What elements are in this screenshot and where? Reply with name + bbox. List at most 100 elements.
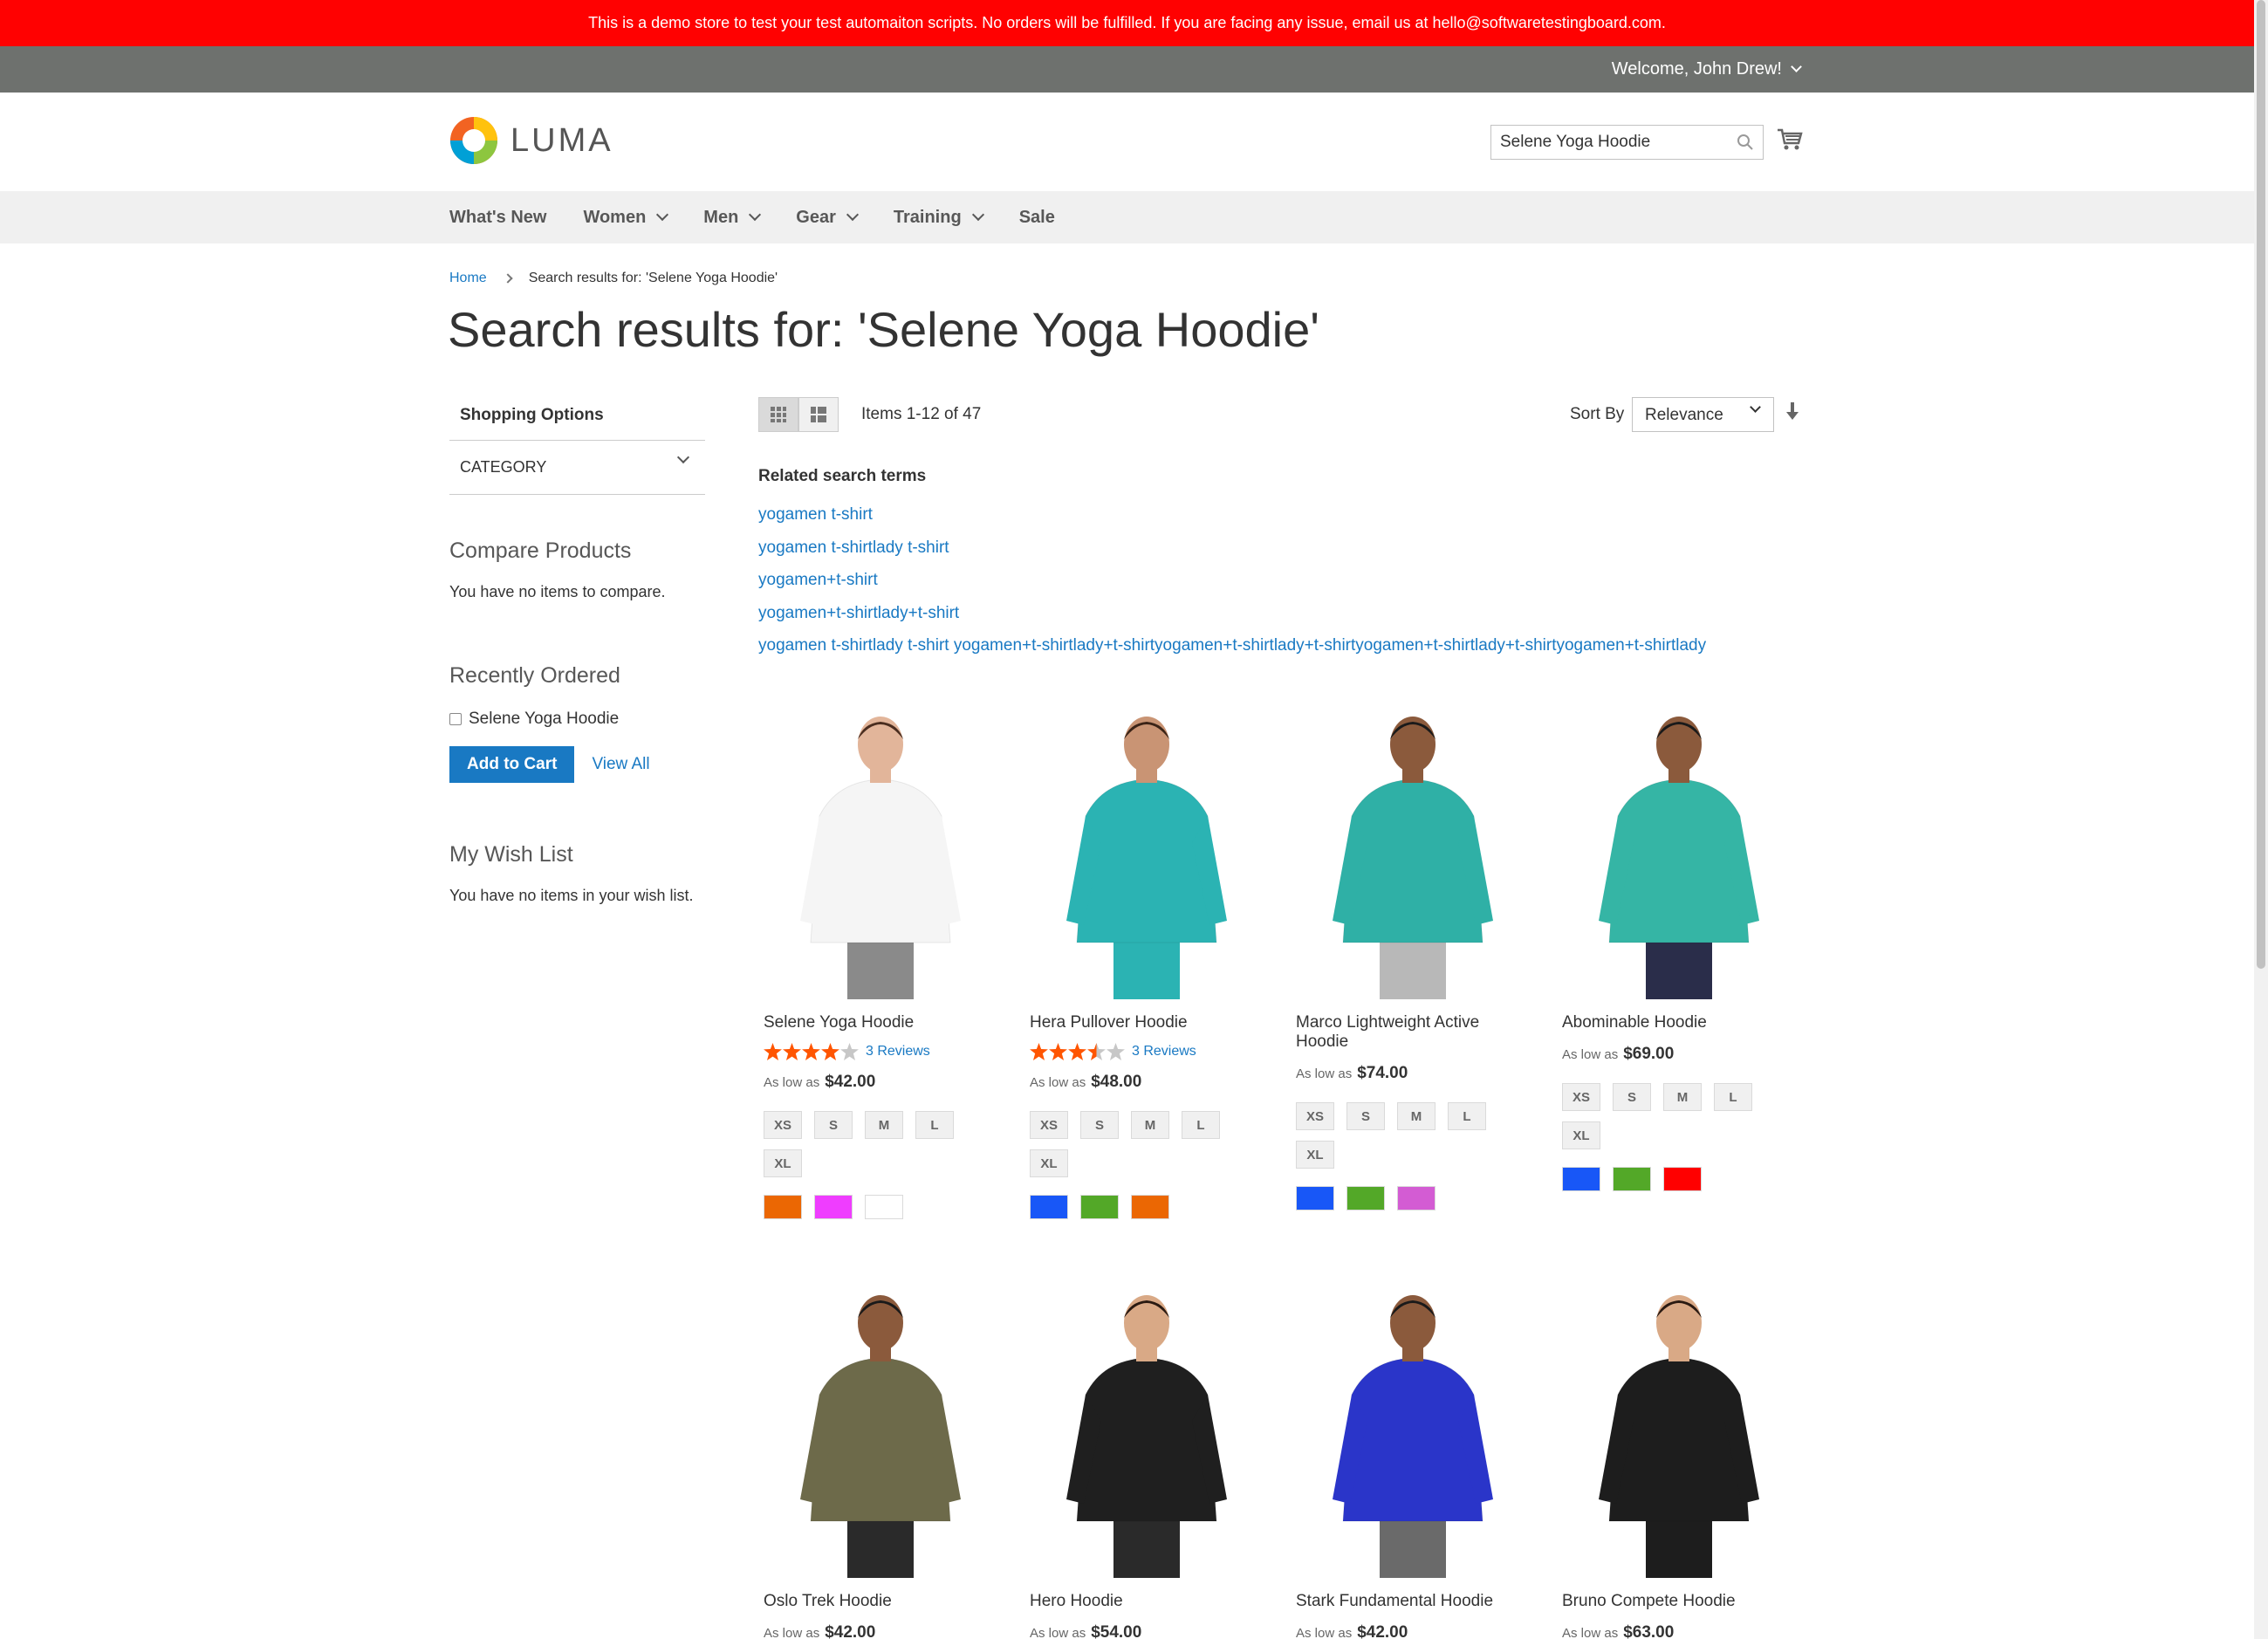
- product-image[interactable]: [1024, 1290, 1269, 1578]
- size-option[interactable]: S: [1346, 1102, 1385, 1130]
- size-option[interactable]: S: [1613, 1083, 1651, 1111]
- size-options: XS S M L XL: [764, 1111, 973, 1177]
- star-icon: [783, 1043, 801, 1060]
- price-label: As low as: [1030, 1075, 1086, 1090]
- size-option[interactable]: XS: [1030, 1111, 1068, 1139]
- view-all-link[interactable]: View All: [592, 755, 649, 774]
- size-option[interactable]: M: [1397, 1102, 1435, 1130]
- star-icon: [1087, 1043, 1106, 1060]
- size-option[interactable]: L: [915, 1111, 954, 1139]
- size-option[interactable]: S: [1080, 1111, 1119, 1139]
- chevron-down-icon: [1791, 61, 1802, 72]
- color-swatch[interactable]: [1562, 1167, 1600, 1191]
- product-image[interactable]: [1291, 711, 1535, 999]
- add-to-cart-button[interactable]: Add to Cart: [449, 746, 575, 783]
- size-option[interactable]: XS: [1562, 1083, 1600, 1111]
- product-name[interactable]: Selene Yoga Hoodie: [764, 1013, 1003, 1032]
- color-swatch[interactable]: [1663, 1167, 1702, 1191]
- color-swatch[interactable]: [814, 1195, 853, 1219]
- product-name[interactable]: Abominable Hoodie: [1562, 1013, 1801, 1032]
- recent-item-checkbox[interactable]: [449, 713, 462, 725]
- size-option[interactable]: S: [814, 1111, 853, 1139]
- product-card[interactable]: Hera Pullover Hoodie 3 Reviews As low as $4…: [1024, 711, 1269, 1219]
- list-view-icon[interactable]: [798, 397, 839, 432]
- color-swatch[interactable]: [1080, 1195, 1119, 1219]
- nav-item-gear[interactable]: Gear: [796, 208, 859, 228]
- product-name[interactable]: Bruno Compete Hoodie: [1562, 1592, 1801, 1611]
- product-image[interactable]: [758, 711, 1003, 999]
- rating-stars: [1030, 1043, 1125, 1060]
- logo[interactable]: LUMA: [449, 116, 613, 165]
- product-name[interactable]: Hera Pullover Hoodie: [1030, 1013, 1269, 1032]
- search-box[interactable]: [1490, 125, 1764, 160]
- size-option[interactable]: XL: [1296, 1141, 1334, 1169]
- size-option[interactable]: M: [1131, 1111, 1169, 1139]
- nav-item-men[interactable]: Men: [703, 208, 762, 228]
- product-card[interactable]: Selene Yoga Hoodie 3 Reviews As low as $42.…: [758, 711, 1003, 1219]
- color-swatch[interactable]: [1030, 1195, 1068, 1219]
- product-card[interactable]: Abominable Hoodie As low as $69.00 XS S M L XL: [1557, 711, 1801, 1191]
- breadcrumb-home[interactable]: Home: [449, 271, 487, 286]
- product-card[interactable]: Hero Hoodie As low as $54.00: [1024, 1290, 1269, 1639]
- cart-icon[interactable]: [1777, 127, 1803, 156]
- color-swatch[interactable]: [1613, 1167, 1651, 1191]
- size-option[interactable]: L: [1182, 1111, 1220, 1139]
- related-term-link[interactable]: yogamen+t-shirt: [758, 564, 1706, 597]
- color-swatch[interactable]: [1397, 1186, 1435, 1210]
- sort-by-select[interactable]: Relevance: [1632, 397, 1774, 432]
- related-term-link[interactable]: yogamen t-shirtlady t-shirt: [758, 531, 1706, 565]
- product-name[interactable]: Stark Fundamental Hoodie: [1296, 1592, 1535, 1611]
- search-icon[interactable]: [1737, 134, 1754, 155]
- product-image[interactable]: [1024, 711, 1269, 999]
- logo-text: LUMA: [510, 121, 613, 159]
- size-option[interactable]: XL: [1562, 1121, 1600, 1149]
- price-value: $69.00: [1623, 1045, 1675, 1063]
- search-input[interactable]: [1500, 133, 1727, 152]
- color-swatch[interactable]: [1296, 1186, 1334, 1210]
- product-image[interactable]: [1557, 1290, 1801, 1578]
- reviews-link[interactable]: 3 Reviews: [866, 1044, 930, 1060]
- customer-welcome-menu[interactable]: Welcome, John Drew!: [1612, 46, 1802, 93]
- filter-category[interactable]: CATEGORY: [449, 441, 705, 495]
- nav-item-whats-new[interactable]: What's New: [449, 208, 546, 228]
- size-option[interactable]: L: [1448, 1102, 1486, 1130]
- compare-products-block: Compare Products You have no items to co…: [449, 538, 665, 601]
- product-image[interactable]: [1291, 1290, 1535, 1578]
- size-option[interactable]: XL: [1030, 1149, 1068, 1177]
- product-image[interactable]: [758, 1290, 1003, 1578]
- product-card[interactable]: Oslo Trek Hoodie As low as $42.00: [758, 1290, 1003, 1639]
- color-swatch[interactable]: [1131, 1195, 1169, 1219]
- color-swatch[interactable]: [764, 1195, 802, 1219]
- product-name[interactable]: Hero Hoodie: [1030, 1592, 1269, 1611]
- nav-item-women[interactable]: Women: [583, 208, 669, 228]
- product-image[interactable]: [1557, 711, 1801, 999]
- color-swatch[interactable]: [1346, 1186, 1385, 1210]
- page-scrollbar[interactable]: [2254, 0, 2268, 1639]
- related-term-link[interactable]: yogamen t-shirt: [758, 498, 1706, 531]
- size-option[interactable]: XL: [764, 1149, 802, 1177]
- product-price: As low as $74.00: [1296, 1064, 1535, 1083]
- breadcrumb-current: Search results for: 'Selene Yoga Hoodie': [528, 271, 778, 285]
- grid-view-icon[interactable]: [758, 397, 798, 432]
- size-option[interactable]: XS: [1296, 1102, 1334, 1130]
- size-option[interactable]: L: [1714, 1083, 1752, 1111]
- product-card[interactable]: Bruno Compete Hoodie As low as $63.00: [1557, 1290, 1801, 1639]
- recent-item-name[interactable]: Selene Yoga Hoodie: [469, 710, 619, 729]
- size-option[interactable]: XS: [764, 1111, 802, 1139]
- product-card[interactable]: Stark Fundamental Hoodie As low as $42.00: [1291, 1290, 1535, 1639]
- product-name[interactable]: Oslo Trek Hoodie: [764, 1592, 1003, 1611]
- star-icon: [1049, 1043, 1067, 1060]
- product-name[interactable]: Marco Lightweight Active Hoodie: [1296, 1013, 1535, 1052]
- sort-direction-arrow-icon[interactable]: [1786, 402, 1799, 426]
- scrollbar-thumb[interactable]: [2257, 0, 2265, 969]
- related-term-link[interactable]: yogamen+t-shirtlady+t-shirt: [758, 597, 1706, 630]
- product-card[interactable]: Marco Lightweight Active Hoodie As low as…: [1291, 711, 1535, 1210]
- color-swatch[interactable]: [865, 1195, 903, 1219]
- header: LUMA: [0, 93, 2254, 191]
- related-term-link[interactable]: yogamen t-shirtlady t-shirt yogamen+t-sh…: [758, 629, 1706, 662]
- nav-item-sale[interactable]: Sale: [1019, 208, 1055, 228]
- reviews-link[interactable]: 3 Reviews: [1132, 1044, 1196, 1060]
- size-option[interactable]: M: [1663, 1083, 1702, 1111]
- nav-item-training[interactable]: Training: [894, 208, 984, 228]
- size-option[interactable]: M: [865, 1111, 903, 1139]
